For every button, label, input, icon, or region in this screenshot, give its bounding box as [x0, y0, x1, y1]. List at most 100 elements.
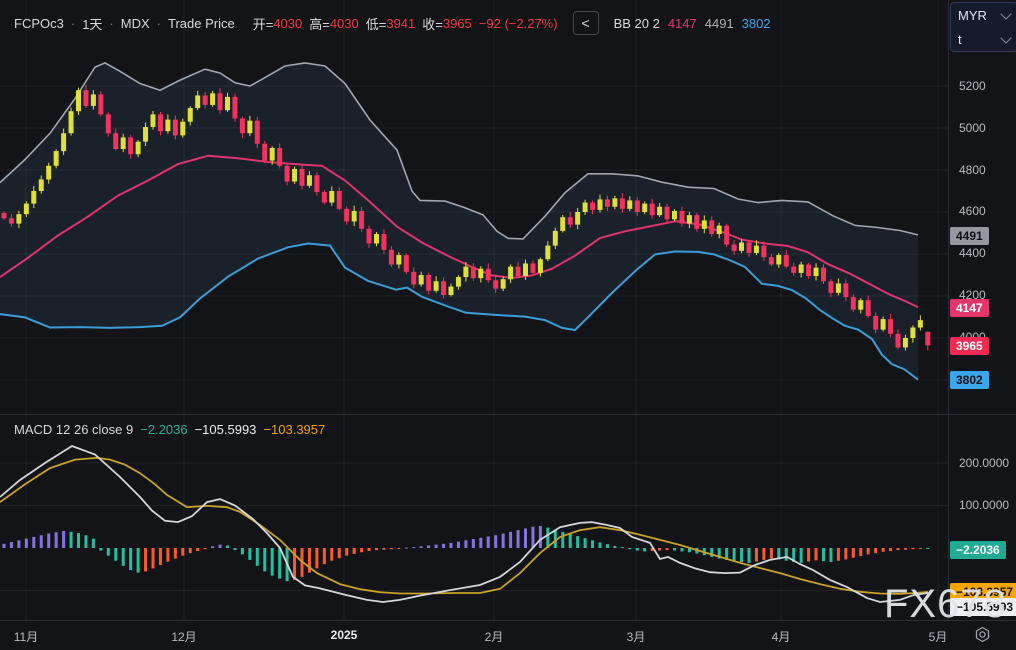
macd-histogram-bar: [583, 538, 587, 548]
symbol-name[interactable]: FCPOc3: [14, 16, 64, 31]
exchange-label: MDX: [120, 15, 150, 31]
candle-body: [560, 217, 566, 231]
macd-histogram-bar: [166, 548, 170, 562]
candle-body: [83, 90, 89, 106]
candle-body: [76, 90, 81, 112]
candle-body: [455, 277, 461, 287]
candle-body: [575, 212, 581, 225]
macd-histogram-bar: [54, 532, 58, 548]
macd-histogram-bar: [322, 548, 326, 565]
time-axis-label: 5月: [928, 630, 948, 644]
candle-body: [262, 143, 268, 161]
bb-upper-value: 4491: [704, 15, 734, 31]
macd-histogram-bar: [516, 530, 520, 548]
candle-body: [388, 249, 394, 265]
macd-histogram-bar: [732, 548, 736, 562]
candle-body: [478, 268, 484, 279]
macd-histogram-bar: [762, 548, 766, 560]
macd-histogram-bar: [479, 537, 483, 548]
bb-legend[interactable]: BB 20 2 4147 4491 3802: [614, 16, 771, 31]
price-axis[interactable]: 5200500048004600440042004000200.0000100.…: [948, 0, 1016, 649]
gear-icon: [975, 626, 989, 643]
candle-body: [463, 266, 469, 278]
macd-histogram-bar: [449, 542, 453, 548]
candle-body: [195, 95, 201, 109]
candle-body: [619, 198, 625, 209]
candle-body: [277, 147, 283, 166]
candle-body: [225, 96, 230, 111]
macd-histogram-bar: [926, 548, 930, 549]
macd-histogram-bar: [494, 535, 498, 548]
macd-histogram-bar: [658, 548, 662, 551]
macd-histogram-value: −2.2036: [140, 422, 188, 437]
candle-body: [284, 165, 290, 182]
chevron-down-icon: [1000, 7, 1012, 20]
macd-histogram-bar: [77, 533, 80, 548]
macd-histogram-bar: [419, 546, 423, 548]
candle-body: [783, 255, 789, 267]
macd-histogram-bar: [397, 548, 401, 549]
axis-price-label: 5000: [959, 121, 986, 135]
candle-body: [105, 114, 111, 134]
macd-histogram-bar: [889, 548, 893, 551]
macd-histogram-bar: [144, 548, 148, 572]
macd-histogram-bar: [673, 548, 676, 551]
macd-histogram-bar: [427, 545, 431, 548]
pane-separator[interactable]: [0, 414, 1016, 415]
axis-price-badge: 4491: [950, 227, 989, 245]
low-value: 3941: [386, 15, 416, 31]
unit-dropdown[interactable]: t: [951, 27, 1016, 51]
candle-body: [902, 338, 908, 348]
macd-histogram-bar: [822, 548, 825, 562]
candle-body: [61, 133, 67, 152]
candle-body: [8, 218, 14, 224]
axis-price-label: 4400: [959, 246, 986, 260]
candle-body: [567, 217, 573, 225]
macd-histogram-bar: [531, 526, 535, 548]
axis-price-badge: 3965: [950, 337, 989, 355]
candle-body: [411, 271, 417, 285]
macd-histogram-bar: [620, 547, 624, 549]
candle-body: [165, 119, 171, 132]
candle-body: [672, 210, 677, 220]
macd-histogram-bar: [851, 548, 855, 558]
axis-price-label: 5200: [959, 79, 986, 93]
candle-body: [500, 279, 506, 289]
candle-body: [873, 315, 879, 330]
candle-body: [135, 141, 141, 155]
currency-dropdown[interactable]: MYR: [951, 3, 1016, 27]
candle-body: [821, 267, 826, 282]
candle-body: [299, 168, 305, 186]
candle-body: [143, 126, 149, 142]
macd-histogram-bar: [829, 548, 833, 563]
candle-body: [835, 283, 841, 293]
macd-histogram-bar: [24, 538, 28, 548]
macd-histogram-bar: [188, 548, 192, 554]
macd-legend[interactable]: MACD 12 26 close 9 −2.2036 −105.5993 −10…: [14, 422, 325, 437]
interval-label[interactable]: 1天: [82, 14, 102, 33]
time-axis[interactable]: 11月 12月 2025 2月 3月 4月 5月: [0, 620, 1016, 650]
candle-body: [366, 228, 372, 244]
collapse-legend-button[interactable]: <: [572, 11, 599, 35]
candle-body: [627, 200, 633, 209]
trading-chart-app: FCPOc3 · 1天 · MDX · Trade Price 开= 4030 高…: [0, 0, 1016, 650]
macd-histogram-bar: [360, 548, 364, 553]
macd-histogram-bar: [218, 544, 222, 548]
macd-histogram-bar: [114, 548, 118, 561]
candle-body: [217, 93, 223, 111]
candle-body: [150, 114, 156, 127]
macd-histogram-bar: [799, 548, 803, 563]
macd-histogram-bar: [814, 548, 818, 561]
open-label: 开=: [252, 16, 274, 32]
candle-body: [187, 108, 193, 122]
chart-canvas[interactable]: [0, 0, 948, 620]
candle-body: [180, 121, 186, 136]
macd-histogram-bar: [635, 548, 639, 551]
candle-body: [895, 333, 901, 348]
candle-body: [768, 257, 774, 265]
macd-histogram-bar: [106, 548, 110, 556]
macd-histogram-bar: [442, 543, 446, 548]
candle-body: [746, 242, 752, 253]
macd-histogram-bar: [248, 548, 252, 560]
candle-body: [98, 94, 104, 115]
